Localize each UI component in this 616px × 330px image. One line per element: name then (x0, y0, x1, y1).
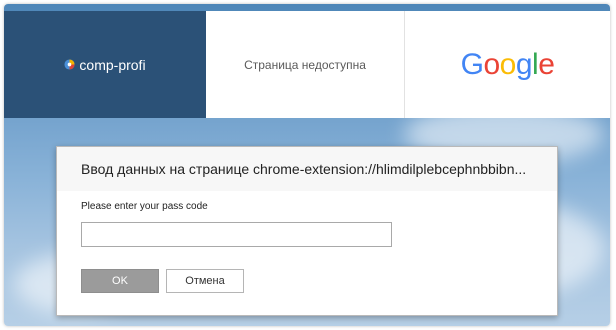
google-logo-letter: o (483, 47, 500, 81)
dialog-header: Ввод данных на странице chrome-extension… (57, 147, 557, 191)
tile-google[interactable]: Google (405, 11, 610, 118)
tile-page-unavailable[interactable]: Страница недоступна (206, 11, 405, 118)
cancel-button[interactable]: Отмена (166, 269, 244, 293)
tile-comp-profi[interactable]: comp-profi (4, 11, 206, 118)
dialog-prompt-label: Please enter your pass code (81, 201, 208, 212)
ok-button[interactable]: OK (81, 269, 159, 293)
google-logo-letter: o (499, 47, 517, 81)
tile-label: Страница недоступна (244, 57, 366, 72)
tile-label: comp-profi (79, 56, 146, 73)
pass-code-input[interactable] (81, 222, 392, 247)
prompt-dialog: Ввод данных на странице chrome-extension… (56, 146, 558, 316)
google-logo-letter: g (515, 47, 533, 81)
most-visited-tiles: comp-profi Страница недоступна Google (4, 11, 610, 118)
site-favicon-icon (64, 59, 75, 70)
google-logo-letter: e (538, 47, 555, 81)
browser-new-tab-page: comp-profi Страница недоступна Google Вв… (4, 4, 610, 326)
google-logo-letter: G (460, 47, 484, 81)
dialog-title: Ввод данных на странице chrome-extension… (81, 161, 527, 177)
google-logo: Google (461, 48, 555, 82)
